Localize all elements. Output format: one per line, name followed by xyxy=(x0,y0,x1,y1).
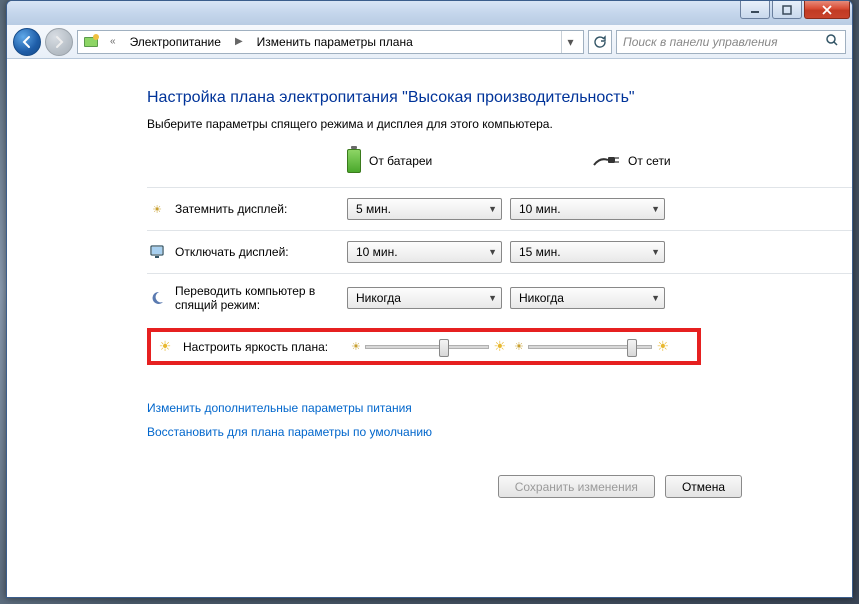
cancel-button[interactable]: Отмена xyxy=(665,475,742,498)
sun-high-icon: ☀ xyxy=(656,338,669,355)
chevron-down-icon: ▼ xyxy=(651,293,660,303)
row-dim: ☀ Затемнить дисплей: 5 мин.▼ 10 мин.▼ xyxy=(147,187,852,230)
page-title: Настройка плана электропитания "Высокая … xyxy=(147,89,852,107)
column-headers: От батареи От сети xyxy=(347,149,852,173)
advanced-settings-link[interactable]: Изменить дополнительные параметры питани… xyxy=(147,401,852,415)
content: Настройка плана электропитания "Высокая … xyxy=(7,59,852,498)
chevron-down-icon: ▼ xyxy=(488,204,497,214)
row-sleep-label: Переводить компьютер в спящий режим: xyxy=(175,284,347,312)
brightness-battery-slider[interactable]: ☀ ☀ xyxy=(351,338,506,355)
col-header-battery: От батареи xyxy=(347,149,502,173)
plug-icon xyxy=(592,153,620,169)
row-brightness: ☀ Настроить яркость плана: ☀ ☀ ☀ ☀ xyxy=(147,328,701,365)
save-button[interactable]: Сохранить изменения xyxy=(498,475,655,498)
chevron-down-icon: ▼ xyxy=(651,247,660,257)
links: Изменить дополнительные параметры питани… xyxy=(147,401,852,439)
off-ac-select[interactable]: 15 мин.▼ xyxy=(510,241,665,263)
row-sleep: Переводить компьютер в спящий режим: Ник… xyxy=(147,273,852,322)
search-icon xyxy=(825,33,839,50)
col-header-ac: От сети xyxy=(592,149,747,173)
address-dropdown-icon[interactable]: ▾ xyxy=(561,31,579,53)
forward-button[interactable] xyxy=(45,28,73,56)
nav-bar: « Электропитание ▶ Изменить параметры пл… xyxy=(7,25,852,59)
row-dim-label: Затемнить дисплей: xyxy=(175,202,347,216)
refresh-button[interactable] xyxy=(588,30,612,54)
back-button[interactable] xyxy=(13,28,41,56)
slider-track[interactable] xyxy=(365,345,490,349)
dim-battery-select[interactable]: 5 мин.▼ xyxy=(347,198,502,220)
slider-thumb[interactable] xyxy=(627,339,637,357)
breadcrumb-power[interactable]: Электропитание xyxy=(126,33,225,51)
dim-icon: ☀ xyxy=(147,203,167,216)
sun-high-icon: ☀ xyxy=(493,338,506,355)
col-header-ac-label: От сети xyxy=(628,154,671,168)
search-input[interactable]: Поиск в панели управления xyxy=(616,30,846,54)
chevron-down-icon: ▼ xyxy=(488,293,497,303)
breadcrumb-back-chev[interactable]: « xyxy=(106,36,120,47)
battery-icon xyxy=(347,149,361,173)
col-header-battery-label: От батареи xyxy=(369,154,432,168)
chevron-down-icon: ▼ xyxy=(488,247,497,257)
brightness-icon: ☀ xyxy=(155,338,175,355)
moon-icon xyxy=(147,290,167,306)
titlebar xyxy=(7,1,852,25)
sleep-battery-select[interactable]: Никогда▼ xyxy=(347,287,502,309)
row-off-label: Отключать дисплей: xyxy=(175,245,347,259)
breadcrumb-edit-plan[interactable]: Изменить параметры плана xyxy=(253,33,417,51)
dialog-buttons: Сохранить изменения Отмена xyxy=(147,475,852,498)
dim-ac-select[interactable]: 10 мин.▼ xyxy=(510,198,665,220)
control-panel-icon xyxy=(82,33,100,51)
breadcrumb-bar[interactable]: « Электропитание ▶ Изменить параметры пл… xyxy=(77,30,584,54)
slider-thumb[interactable] xyxy=(439,339,449,357)
off-battery-select[interactable]: 10 мин.▼ xyxy=(347,241,502,263)
search-placeholder: Поиск в панели управления xyxy=(623,35,778,49)
row-off: Отключать дисплей: 10 мин.▼ 15 мин.▼ xyxy=(147,230,852,273)
close-button[interactable] xyxy=(804,1,850,19)
window: « Электропитание ▶ Изменить параметры пл… xyxy=(6,0,853,598)
row-brightness-label: Настроить яркость плана: xyxy=(183,340,351,354)
monitor-icon xyxy=(147,244,167,260)
maximize-button[interactable] xyxy=(772,1,802,19)
slider-track[interactable] xyxy=(528,345,653,349)
brightness-ac-slider[interactable]: ☀ ☀ xyxy=(514,338,669,355)
sun-low-icon: ☀ xyxy=(351,340,361,353)
chevron-down-icon: ▼ xyxy=(651,204,660,214)
minimize-button[interactable] xyxy=(740,1,770,19)
sun-low-icon: ☀ xyxy=(514,340,524,353)
restore-defaults-link[interactable]: Восстановить для плана параметры по умол… xyxy=(147,425,852,439)
breadcrumb-sep-icon: ▶ xyxy=(231,36,247,47)
sleep-ac-select[interactable]: Никогда▼ xyxy=(510,287,665,309)
page-subtitle: Выберите параметры спящего режима и дисп… xyxy=(147,117,852,131)
